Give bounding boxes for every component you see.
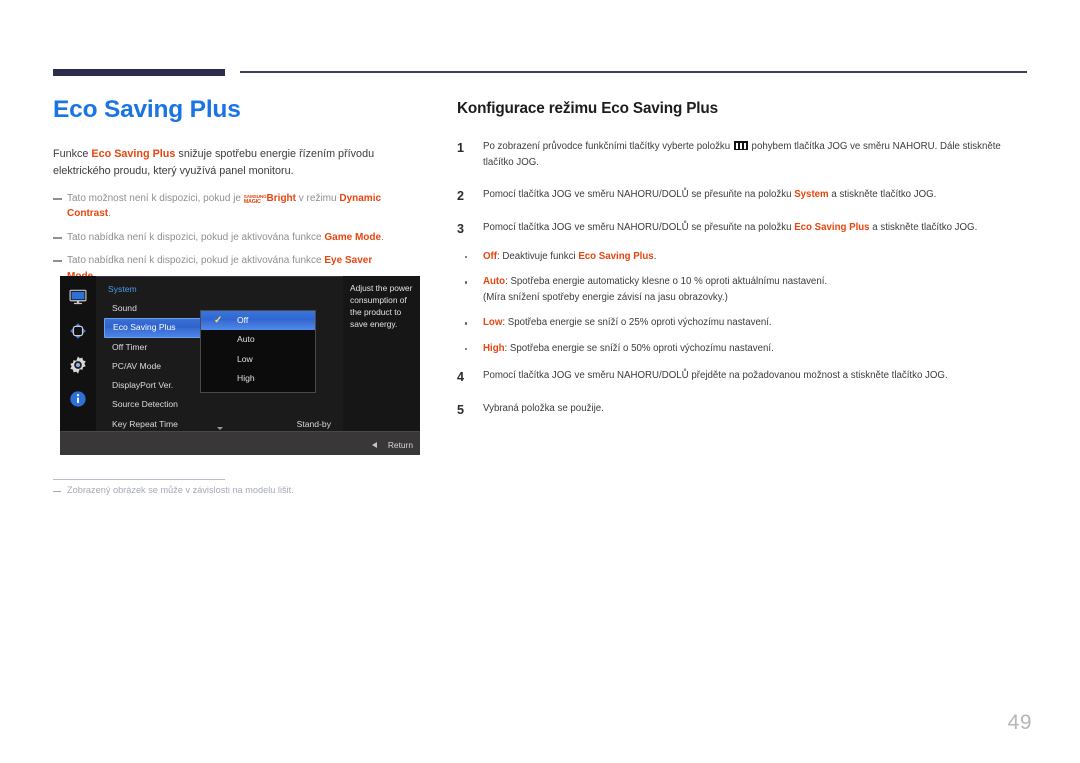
left-column: Eco Saving Plus Funkce Eco Saving Plus s… (53, 96, 428, 292)
osd-menu-item-source-detection[interactable]: Source Detection (104, 395, 335, 414)
note-1-pre: Tato možnost není k dispozici, pokud je (67, 192, 244, 204)
bullet-auto-line2: (Míra snížení spotřeby energie závisí na… (483, 291, 728, 303)
osd-section-title: System (108, 284, 137, 294)
note-1-mid: v režimu (296, 192, 340, 204)
bullet-off-post: . (653, 250, 657, 262)
chevron-down-icon[interactable] (216, 427, 223, 430)
image-note-rule (53, 479, 225, 481)
bullet-auto: Auto: Spotřeba energie automaticky klesn… (457, 274, 1030, 305)
step-2: 2 Pomocí tlačítka JOG ve směru NAHORU/DOL… (457, 187, 1030, 203)
step-2-keyword: System (794, 189, 829, 201)
osd-menu-panel: System Sound Eco Saving Plus Off Timer P… (96, 276, 343, 431)
step-number: 3 (457, 222, 465, 237)
bullet-low-keyword: Low (483, 317, 503, 329)
manual-page: Eco Saving Plus Funkce Eco Saving Plus s… (0, 0, 1080, 763)
option-bullet-list: Off: Deaktivuje funkci Eco Saving Plus. … (457, 249, 1030, 357)
samsung-magic-logo: SAMSUNG MAGIC (244, 195, 267, 205)
osd-menu-item-label: Key Repeat Time (112, 418, 178, 429)
bullet-low-text: : Spotřeba energie se sníží o 25% oproti… (502, 317, 772, 329)
intro-keyword: Eco Saving Plus (91, 148, 176, 161)
osd-menu-item-label: DisplayPort Ver. (112, 380, 174, 391)
bullet-off: Off: Deaktivuje funkci Eco Saving Plus. (457, 249, 1030, 265)
osd-submenu-option-high[interactable]: High (201, 369, 315, 388)
intro-paragraph: Funkce Eco Saving Plus snižuje spotřebu … (53, 146, 398, 179)
bullet-high-keyword: High (483, 342, 505, 354)
step-5-text: Vybraná položka se použije. (483, 403, 604, 415)
osd-menu-item-label: Sound (112, 303, 137, 313)
note-2-post: . (381, 231, 384, 243)
section-title: Konfigurace režimu Eco Saving Plus (457, 100, 718, 117)
step-3-keyword: Eco Saving Plus (794, 222, 870, 234)
osd-submenu-option-label: Auto (237, 334, 255, 345)
note-3-pre: Tato nabídka není k dispozici, pokud je … (67, 255, 325, 267)
osd-menu-item-label: PC/AV Mode (112, 360, 162, 371)
step-4: 4 Pomocí tlačítka JOG ve směru NAHORU/DOL… (457, 368, 1030, 384)
osd-menu-item-label: Off Timer (112, 341, 148, 352)
osd-menu-item-label: Source Detection (112, 399, 178, 410)
arrow-left-icon (371, 442, 377, 448)
note-item-2: Tato nabídka není k dispozici, pokud je … (53, 230, 403, 246)
step-number: 2 (457, 189, 465, 204)
step-2-pre: Pomocí tlačítka JOG ve směru NAHORU/DOLŮ… (483, 189, 795, 201)
osd-menu-glyph-icon (733, 141, 748, 150)
note-1-kw1: Bright (266, 192, 296, 204)
bullet-low: Low: Spotřeba energie se sníží o 25% opr… (457, 315, 1030, 331)
osd-icon-rail (60, 276, 96, 431)
osd-menu-item-label: Eco Saving Plus (113, 322, 176, 333)
note-1-post: . (108, 208, 111, 220)
osd-submenu-option-label: Low (237, 353, 253, 364)
display-icon[interactable] (68, 287, 88, 307)
info-icon[interactable] (68, 389, 88, 409)
step-2-post: a stiskněte tlačítko JOG. (828, 189, 937, 201)
step-5: 5 Vybraná položka se použije. (457, 401, 1030, 417)
osd-footer-return[interactable]: Return (371, 440, 413, 450)
osd-submenu-option-low[interactable]: Low (201, 350, 315, 369)
page-number: 49 (1007, 711, 1032, 734)
step-number: 4 (457, 370, 465, 385)
move-arrows-icon[interactable] (68, 321, 88, 341)
step-3-pre: Pomocí tlačítka JOG ve směru NAHORU/DOLŮ… (483, 222, 795, 234)
osd-submenu-option-auto[interactable]: Auto (201, 330, 315, 349)
image-note: Zobrazený obrázek se může v závislosti n… (53, 484, 413, 498)
header-rule-thick (53, 69, 225, 76)
page-title: Eco Saving Plus (53, 96, 241, 123)
step-3-post: a stiskněte tlačítko JOG. (869, 222, 978, 234)
right-column: Konfigurace režimu Eco Saving Plus 1 Po z… (457, 100, 1030, 434)
bullet-off-keyword: Off (483, 250, 497, 262)
bullet-auto-text: : Spotřeba energie automaticky klesne o … (505, 276, 828, 288)
step-number: 1 (457, 141, 465, 155)
step-number: 5 (457, 403, 465, 418)
check-icon: ✓ (214, 315, 223, 326)
step-4-text: Pomocí tlačítka JOG ve směru NAHORU/DOLŮ… (483, 370, 948, 382)
step-1: 1 Po zobrazení průvodce funkčními tlačítk… (457, 139, 1030, 170)
note-item-1: Tato možnost není k dispozici, pokud je … (53, 191, 403, 222)
osd-submenu-option-label: High (237, 372, 255, 383)
osd-description-panel: Adjust the power consumption of the prod… (343, 276, 420, 431)
bullet-off-keyword-2: Eco Saving Plus (578, 250, 654, 262)
samsung-magic-logo-line2: MAGIC (243, 198, 261, 205)
gear-icon[interactable] (68, 355, 88, 375)
note-2-kw1: Game Mode (324, 231, 382, 243)
osd-footer-label: Return (387, 440, 413, 450)
step-1-pre: Po zobrazení průvodce funkčními tlačítky… (483, 141, 733, 152)
bullet-high: High: Spotřeba energie se sníží o 50% op… (457, 341, 1030, 357)
bullet-off-text: : Deaktivuje funkci (497, 250, 579, 262)
osd-screenshot: System Sound Eco Saving Plus Off Timer P… (60, 276, 420, 455)
header-rule-thin (240, 71, 1027, 73)
osd-footer-bar: Return (60, 431, 420, 455)
osd-submenu-eco-saving-plus: ✓ Off Auto Low High (200, 310, 316, 393)
bullet-high-text: : Spotřeba energie se sníží o 50% oproti… (504, 342, 774, 354)
osd-submenu-option-off[interactable]: ✓ Off (201, 311, 315, 331)
intro-pre: Funkce (53, 148, 92, 161)
note-2-pre: Tato nabídka není k dispozici, pokud je … (67, 231, 325, 243)
bullet-auto-keyword: Auto (483, 276, 506, 288)
step-3: 3 Pomocí tlačítka JOG ve směru NAHORU/DOL… (457, 220, 1030, 236)
osd-body: System Sound Eco Saving Plus Off Timer P… (60, 276, 420, 431)
osd-submenu-option-label: Off (237, 315, 249, 325)
